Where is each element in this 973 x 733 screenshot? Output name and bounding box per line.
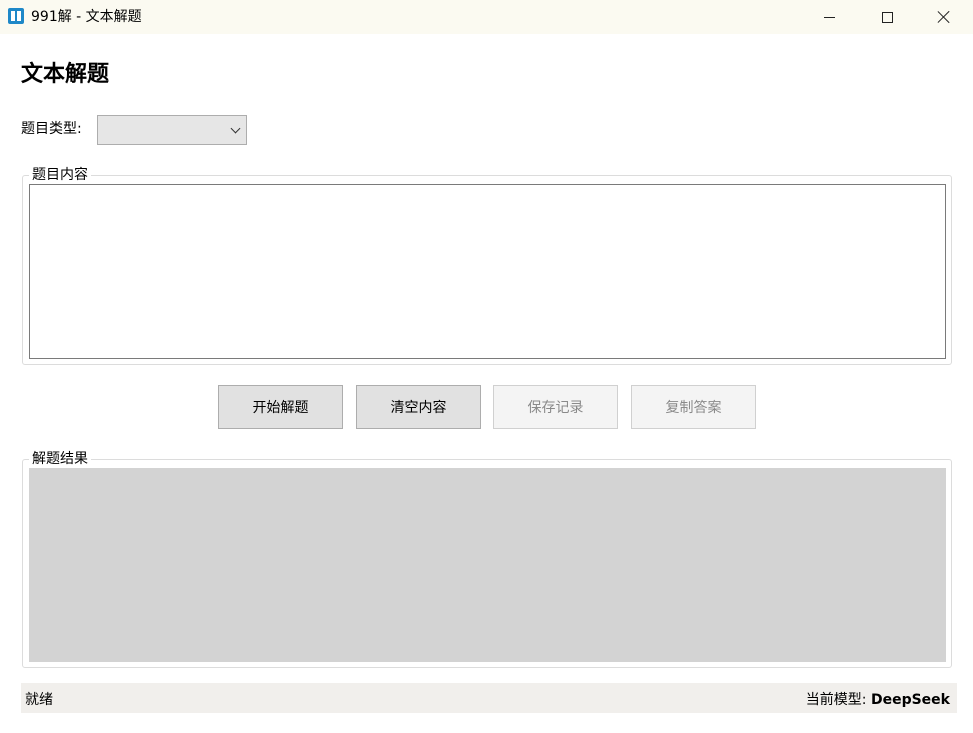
current-model: 当前模型: DeepSeek bbox=[806, 689, 950, 709]
question-type-select[interactable] bbox=[97, 115, 247, 145]
close-button[interactable] bbox=[915, 0, 973, 34]
status-bar: 就绪 当前模型: DeepSeek bbox=[21, 683, 957, 713]
solve-result-area[interactable] bbox=[29, 468, 946, 662]
current-model-name: DeepSeek bbox=[870, 692, 950, 708]
status-text: 就绪 bbox=[25, 692, 53, 708]
window-title: 991解 - 文本解题 bbox=[31, 9, 142, 25]
app-icon bbox=[8, 8, 24, 24]
save-record-button[interactable]: 保存记录 bbox=[493, 385, 618, 429]
page-title: 文本解题 bbox=[21, 62, 110, 87]
question-content-input[interactable] bbox=[29, 184, 946, 359]
maximize-icon bbox=[881, 11, 893, 23]
copy-answer-button[interactable]: 复制答案 bbox=[631, 385, 756, 429]
question-type-label: 题目类型: bbox=[21, 121, 82, 137]
maximize-button[interactable] bbox=[858, 0, 916, 34]
minimize-icon bbox=[823, 16, 835, 18]
minimize-button[interactable] bbox=[800, 0, 858, 34]
current-model-label: 当前模型: bbox=[805, 692, 867, 708]
chevron-down-icon bbox=[230, 123, 241, 134]
close-icon bbox=[937, 10, 951, 24]
title-bar: 991解 - 文本解题 bbox=[0, 0, 973, 34]
clear-content-button[interactable]: 清空内容 bbox=[356, 385, 481, 429]
question-content-legend: 题目内容 bbox=[32, 167, 88, 183]
solve-result-legend: 解题结果 bbox=[32, 451, 88, 467]
start-solve-button[interactable]: 开始解题 bbox=[218, 385, 343, 429]
